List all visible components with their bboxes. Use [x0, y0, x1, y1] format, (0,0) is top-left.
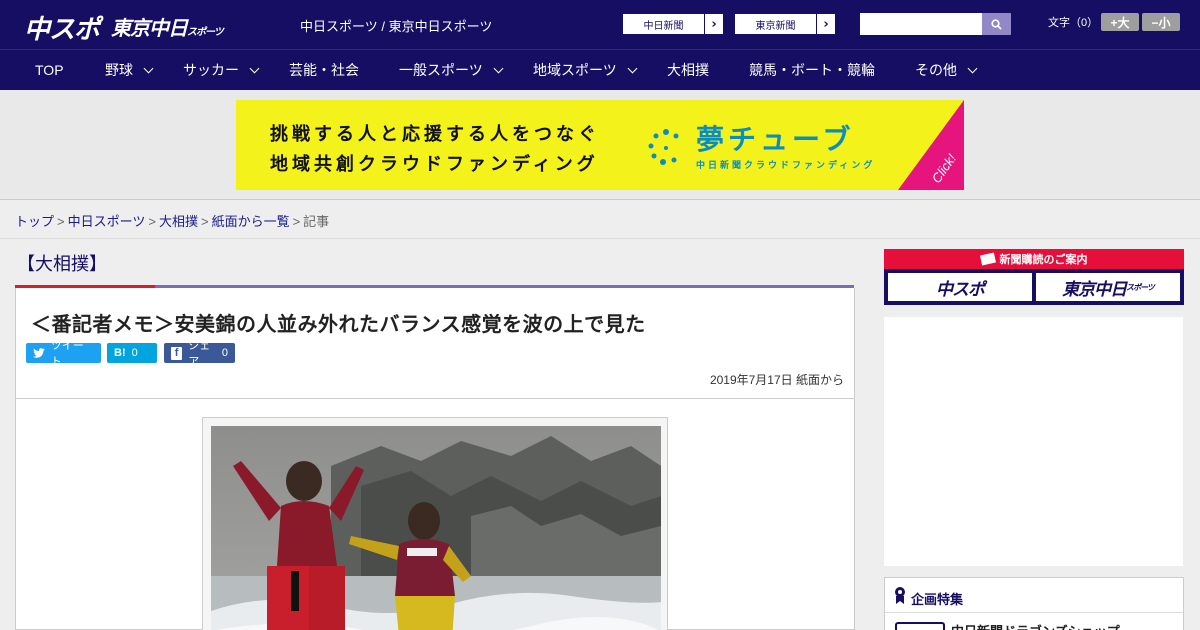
subscription-box[interactable]: 新聞購読のご案内 中スポ 東京中日 スポーツ [884, 249, 1184, 305]
nav-item-other[interactable]: その他 [915, 50, 978, 90]
feature-title: 企画特集 [911, 592, 964, 607]
nav-item-top[interactable]: TOP [35, 50, 64, 90]
nav-item-racing[interactable]: 競馬・ボート・競輪 [749, 50, 875, 90]
crowdfunding-banner[interactable]: 挑戦する人と応援する人をつなぐ 地域共創クラウドファンディング 夢チューブ 中日… [236, 100, 964, 190]
nav-label: 大相撲 [667, 62, 709, 78]
chevron-down-icon [249, 63, 260, 73]
ribbon-icon [895, 587, 905, 604]
subscribe-tokyo-text: 東京中日 [1062, 279, 1127, 300]
nav-label: サッカー [183, 62, 239, 78]
chevron-right-icon: › [823, 16, 829, 32]
breadcrumb-top[interactable]: トップ [15, 214, 54, 229]
nav-label: その他 [915, 62, 957, 78]
chevron-down-icon [143, 63, 154, 73]
nav-label: 競馬・ボート・競輪 [749, 62, 875, 78]
banner-line-2: 地域共創クラウドファンディング [270, 154, 599, 175]
tweet-button[interactable]: ツイート [26, 340, 101, 368]
facebook-share-button[interactable]: f シェア 0 [164, 340, 235, 368]
subscribe-tokyo-chunichi-logo[interactable]: 東京中日 スポーツ [1036, 273, 1180, 301]
facebook-share-count: 0 [221, 347, 228, 359]
nav-item-sumo[interactable]: 大相撲 [667, 50, 709, 90]
feature-head: 企画特集 [885, 578, 1183, 613]
breadcrumb-chunichi-sports[interactable]: 中日スポーツ [68, 214, 146, 229]
tokyo-shimbun-label: 東京新聞 [735, 14, 817, 34]
facebook-icon: f [171, 346, 183, 360]
article-date: 2019年7月17日 紙面から [709, 373, 844, 387]
text-size-up-button[interactable]: +大 [1101, 13, 1139, 31]
search-button[interactable] [982, 13, 1011, 35]
banner-brand: 夢チューブ [696, 123, 855, 156]
feature-item-dragons-shop[interactable]: 中日新聞ドラゴンズショップ [951, 621, 1120, 630]
tokyo-chunichi-logo[interactable]: 東京中日スポーツ [111, 12, 224, 41]
nav-item-baseball[interactable]: 野球 [105, 50, 154, 90]
nav-item-soccer[interactable]: サッカー [183, 50, 260, 90]
breadcrumb-paper-list[interactable]: 紙面から一覧 [212, 214, 290, 229]
twitter-bird-icon [33, 348, 45, 358]
chuspo-logo[interactable]: 中スポ [24, 9, 100, 46]
article-title: ＜番記者メモ＞安美錦の人並み外れたバランス感覚を波の上で見た [31, 312, 646, 336]
nav-label: 地域スポーツ [533, 62, 617, 78]
nav-label: TOP [35, 62, 64, 78]
breadcrumb: トップ > 中日スポーツ > 大相撲 > 紙面から一覧 > 記事 [15, 211, 329, 230]
hatena-count: 0 [131, 347, 138, 359]
chevron-down-icon [967, 63, 978, 73]
search-input[interactable] [860, 13, 982, 35]
feature-box: 企画特集 中日新聞ドラゴンズショップ [884, 577, 1184, 630]
breadcrumb-separator: > [200, 214, 209, 229]
main-nav: TOP 野球 サッカー 芸能・社会 一般スポーツ 地域スポーツ 大相撲 競馬・ボ… [0, 49, 1200, 90]
chunichi-shimbun-link[interactable]: 中日新聞 › [622, 13, 724, 35]
banner-line-1: 挑戦する人と応援する人をつなぐ [270, 124, 600, 145]
nav-item-general-sports[interactable]: 一般スポーツ [399, 50, 504, 90]
breadcrumb-sumo[interactable]: 大相撲 [159, 214, 198, 229]
tokyo-shimbun-link[interactable]: 東京新聞 › [734, 13, 836, 35]
banner-area: 挑戦する人と応援する人をつなぐ 地域共創クラウドファンディング 夢チューブ 中日… [0, 90, 1200, 200]
breadcrumb-bar: トップ > 中日スポーツ > 大相撲 > 紙面から一覧 > 記事 [0, 201, 1200, 239]
site-header: 中スポ 東京中日スポーツ 中日スポーツ / 東京中日スポーツ 中日新聞 › 東京… [0, 0, 1200, 49]
breadcrumb-current: 記事 [303, 214, 330, 229]
tokyo-logo-small: スポーツ [187, 27, 224, 38]
hatena-bookmark-button[interactable]: B! 0 [107, 343, 157, 363]
breadcrumb-separator: > [148, 214, 156, 229]
facebook-share-label: シェア [188, 340, 211, 368]
dots-logo-icon [648, 129, 679, 165]
hatena-bookmark-icon: B! [114, 347, 126, 359]
chevron-down-icon [493, 63, 504, 73]
article-header-divider [16, 398, 854, 399]
subscribe-chuspo-logo[interactable]: 中スポ [888, 273, 1032, 301]
nav-label: 野球 [105, 62, 133, 78]
breadcrumb-separator: > [292, 214, 301, 229]
sidebar-ad [884, 317, 1183, 566]
feature-thumbnail[interactable] [895, 622, 945, 630]
banner-brand-sub: 中日新聞クラウドファンディング [696, 161, 876, 171]
search-icon [991, 18, 1002, 30]
chevron-right-icon: › [711, 16, 717, 32]
nav-item-entertainment[interactable]: 芸能・社会 [289, 50, 359, 90]
nav-label: 芸能・社会 [289, 62, 359, 78]
newspaper-icon [979, 252, 996, 266]
chunichi-shimbun-label: 中日新聞 [623, 14, 705, 34]
nav-label: 一般スポーツ [399, 62, 483, 78]
category-title: 【大相撲】 [17, 254, 107, 274]
tweet-label: ツイート [50, 340, 84, 368]
text-size-label: 文字（0） [1048, 17, 1099, 29]
tokyo-logo-text: 東京中日 [111, 16, 188, 40]
surfing-photo-image [211, 426, 661, 630]
article-photo[interactable] [211, 426, 661, 630]
breadcrumb-separator: > [57, 214, 65, 229]
site-title: 中日スポーツ / 東京中日スポーツ [300, 19, 493, 34]
text-size-down-button[interactable]: −小 [1142, 13, 1180, 31]
nav-item-local-sports[interactable]: 地域スポーツ [533, 50, 638, 90]
chevron-down-icon [627, 63, 638, 73]
article-photo-frame [202, 417, 668, 630]
article: ＜番記者メモ＞安美錦の人並み外れたバランス感覚を波の上で見た ツイート B! 0… [15, 288, 855, 630]
subscription-head-label: 新聞購読のご案内 [999, 254, 1088, 266]
subscription-head: 新聞購読のご案内 [884, 249, 1184, 269]
subscribe-tokyo-small: スポーツ [1126, 282, 1155, 292]
